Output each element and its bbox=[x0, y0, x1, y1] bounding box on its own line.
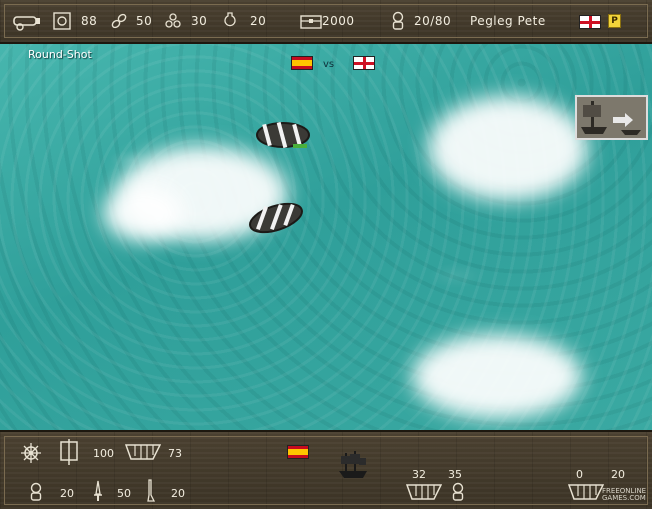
enemy-ship[interactable] bbox=[246, 198, 306, 238]
treasure-chest-icon bbox=[300, 15, 322, 29]
gold-count: 2000 bbox=[322, 14, 355, 28]
chainshot-count: 50 bbox=[136, 14, 153, 28]
cannonball-ammo-icon bbox=[53, 12, 71, 30]
enemy-ship-icon bbox=[339, 451, 367, 478]
cannon-icon bbox=[13, 16, 40, 31]
crew-group-1-value: 35 bbox=[448, 468, 462, 481]
cannon-group-2-value: 0 bbox=[576, 468, 583, 481]
cloud bbox=[103, 186, 183, 241]
chainshot-icon bbox=[111, 13, 127, 29]
hull-value: 73 bbox=[168, 447, 182, 460]
site-watermark: FREEONLINE GAMES.COM bbox=[602, 488, 652, 502]
vs-label: vs bbox=[323, 59, 335, 70]
sails-icon bbox=[60, 439, 78, 465]
enemy-crew-value: 20 bbox=[60, 487, 74, 500]
hull-icon bbox=[568, 484, 604, 500]
crew-count: 20/80 bbox=[414, 14, 452, 28]
cannon-group-1-value: 32 bbox=[412, 468, 426, 481]
enemy-panel-flag-icon bbox=[287, 445, 309, 459]
grapeshot-count: 30 bbox=[191, 14, 208, 28]
crew-icon bbox=[392, 11, 404, 30]
sword-icon bbox=[94, 480, 102, 501]
enemy-flag-icon bbox=[291, 56, 313, 70]
cloud bbox=[412, 334, 582, 419]
musket-icon bbox=[147, 479, 156, 502]
crew-group-2-value: 20 bbox=[611, 468, 625, 481]
powder-count: 20 bbox=[250, 14, 267, 28]
crew-icon bbox=[452, 482, 464, 501]
boarding-icon bbox=[577, 97, 646, 138]
watermark-line-2: GAMES.COM bbox=[602, 494, 646, 502]
player-flag-small-icon bbox=[353, 56, 375, 70]
swords-value: 50 bbox=[117, 487, 131, 500]
player-ship[interactable] bbox=[253, 118, 318, 152]
ships-wheel-icon bbox=[21, 443, 41, 463]
powder-flask-icon bbox=[224, 12, 236, 27]
ammo-type-label: Round-Shot bbox=[28, 48, 92, 61]
sails-value: 100 bbox=[93, 447, 114, 460]
muskets-value: 20 bbox=[171, 487, 185, 500]
enemy-ship-panel: 100 73 20 50 20 32 35 0 20 bbox=[0, 430, 652, 509]
crew-icon bbox=[30, 482, 42, 501]
board-ship-button[interactable] bbox=[575, 95, 648, 140]
top-status-bar: 88 50 30 20 2000 20/80 Pegleg Pete P bbox=[0, 0, 652, 44]
player-flag-icon bbox=[579, 15, 601, 29]
hull-icon bbox=[125, 444, 161, 460]
cannonball-count: 88 bbox=[81, 14, 98, 28]
hull-icon bbox=[406, 484, 442, 500]
grapeshot-icon bbox=[165, 13, 181, 28]
captain-name: Pegleg Pete bbox=[470, 14, 546, 28]
pause-button[interactable]: P bbox=[608, 14, 621, 28]
cloud bbox=[428, 96, 588, 201]
sea-battle-area[interactable]: Round-Shot vs bbox=[0, 44, 652, 430]
